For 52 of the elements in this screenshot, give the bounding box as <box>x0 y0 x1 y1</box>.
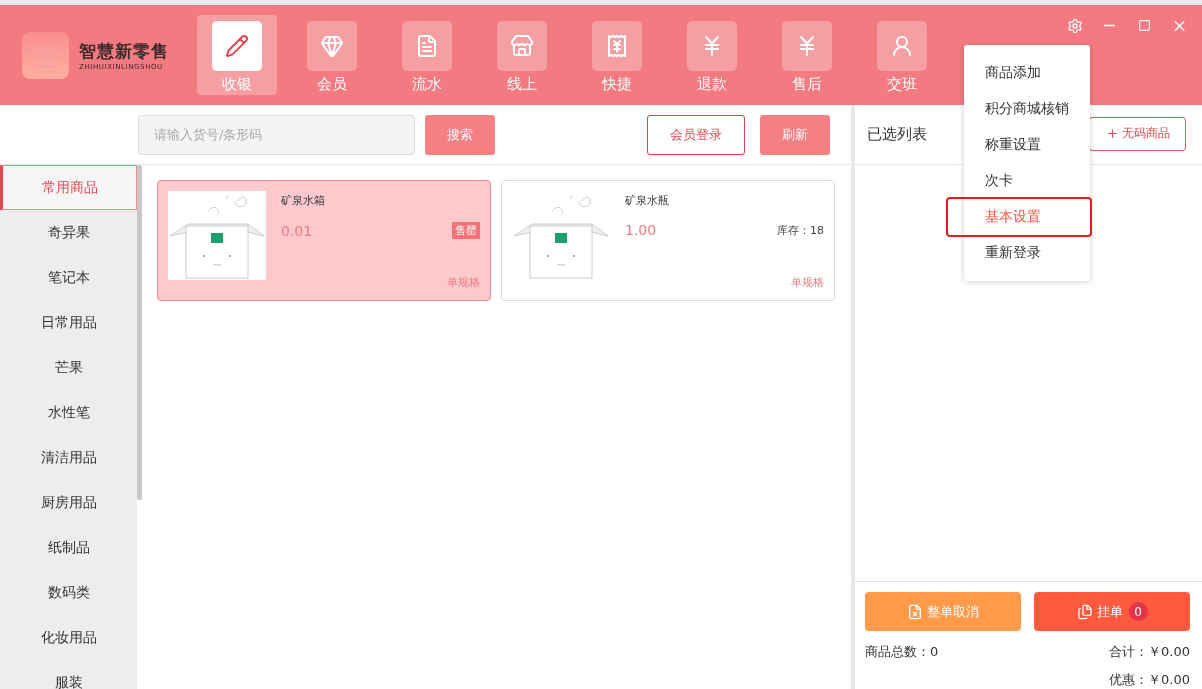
logo-title: 智慧新零售 <box>79 39 170 63</box>
category-item[interactable]: 化妆用品 <box>0 615 137 660</box>
cart-title: 已选列表 <box>867 125 927 144</box>
product-card[interactable]: 矿泉水箱 0.01 售罄 单规格 <box>157 180 491 301</box>
search-field[interactable]: 请输入货号/条形码 <box>138 114 415 155</box>
discount-text: 优惠：￥0.00 <box>1109 671 1190 689</box>
yen-icon <box>687 21 737 71</box>
product-name: 矿泉水瓶 <box>625 193 669 208</box>
plus-icon <box>1105 127 1119 140</box>
settings-icon[interactable] <box>1066 17 1083 34</box>
menu-item[interactable]: 次卡 <box>964 163 1090 199</box>
documents-icon <box>1076 603 1093 620</box>
category-item[interactable]: 清洁用品 <box>0 435 137 480</box>
category-item[interactable]: 奇异果 <box>0 210 137 255</box>
document-x-icon <box>907 603 923 620</box>
spec-label: 单规格 <box>791 275 824 290</box>
hold-order-button[interactable]: 挂单 0 <box>1034 592 1190 631</box>
menu-item[interactable]: 商品添加 <box>964 55 1090 91</box>
yen-receipt-icon <box>592 21 642 71</box>
scrollbar-thumb[interactable] <box>137 165 142 500</box>
category-item[interactable]: 芒果 <box>0 345 137 390</box>
pencil-icon <box>212 21 262 71</box>
hold-count-badge: 0 <box>1128 602 1148 621</box>
menu-item[interactable]: 称重设置 <box>964 127 1090 163</box>
logo-icon <box>22 31 69 79</box>
category-item[interactable]: 日常用品 <box>0 300 137 345</box>
total-text: 合计：￥0.00 <box>1109 643 1190 661</box>
category-item[interactable]: 服装 <box>0 660 137 689</box>
store-icon <box>497 21 547 71</box>
document-icon <box>402 21 452 71</box>
category-item[interactable]: 水性笔 <box>0 390 137 435</box>
sold-out-badge: 售罄 <box>452 222 480 239</box>
member-login-button[interactable]: 会员登录 <box>647 114 745 155</box>
add-item-button[interactable]: 无码商品 <box>1089 116 1186 151</box>
category-item[interactable]: 数码类 <box>0 570 137 615</box>
product-price: 1.00 <box>625 222 657 238</box>
user-icon <box>877 21 927 71</box>
product-name: 矿泉水箱 <box>281 193 325 208</box>
item-count-text: 商品总数：0 <box>865 643 939 661</box>
category-item[interactable]: 纸制品 <box>0 525 137 570</box>
yen-icon <box>782 21 832 71</box>
menu-item[interactable]: 基本设置 <box>948 199 1090 235</box>
maximize-icon[interactable] <box>1136 17 1153 34</box>
category-item[interactable]: 常用商品 <box>0 165 137 210</box>
stock-label: 库存：18 <box>777 222 824 238</box>
menu-item[interactable]: 重新登录 <box>964 235 1090 271</box>
spec-label: 单规格 <box>447 275 480 290</box>
product-price: 0.01 <box>281 222 313 239</box>
product-card[interactable]: 矿泉水瓶 1.00 库存：18 单规格 <box>501 180 835 301</box>
category-item[interactable]: 厨房用品 <box>0 480 137 525</box>
category-item[interactable]: 笔记本 <box>0 255 137 300</box>
menu-item[interactable]: 积分商城核销 <box>964 91 1090 127</box>
